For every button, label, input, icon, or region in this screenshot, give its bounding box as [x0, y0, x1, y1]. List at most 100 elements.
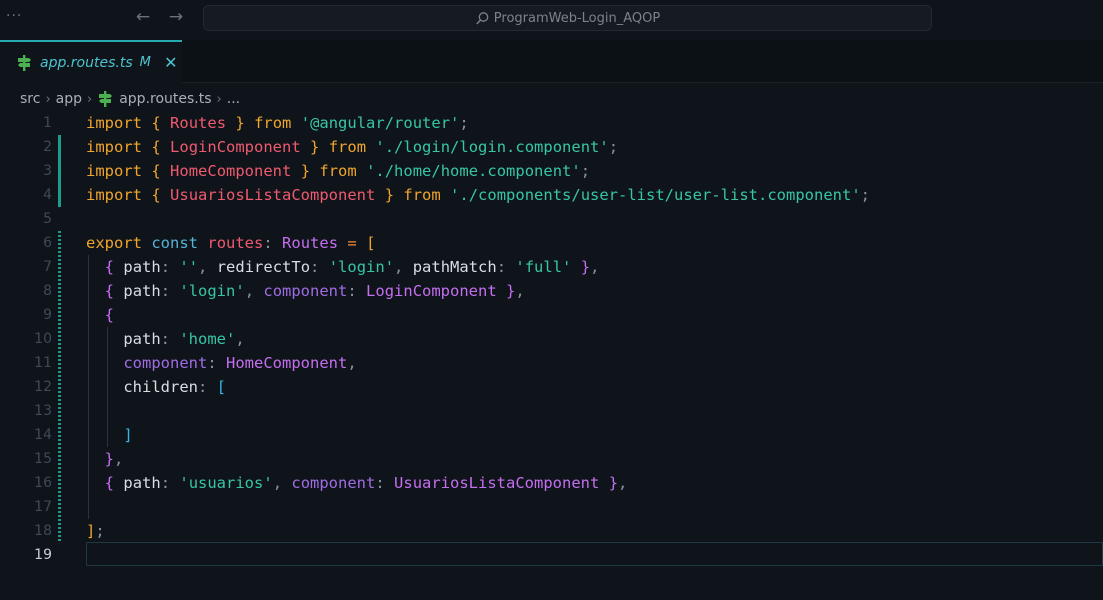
- code-line[interactable]: 6 export const routes: Routes = [: [0, 231, 1103, 255]
- more-actions-icon[interactable]: ···: [6, 8, 22, 24]
- code-token: component: [123, 354, 208, 372]
- code-token: :: [310, 258, 329, 276]
- code-line[interactable]: 15 },: [0, 447, 1103, 471]
- code-text: import { LoginComponent } from './login/…: [86, 135, 618, 159]
- breadcrumb-item-app[interactable]: app: [56, 91, 82, 107]
- code-text: ]: [86, 423, 133, 447]
- code-line[interactable]: 13: [0, 399, 1103, 423]
- code-token: import: [86, 162, 142, 180]
- code-line[interactable]: 5: [0, 207, 1103, 231]
- code-line[interactable]: 19: [0, 543, 1103, 567]
- code-line[interactable]: 1 import { Routes } from '@angular/router…: [0, 111, 1103, 135]
- typescript-routes-file-icon: [16, 54, 32, 72]
- code-token: ,: [618, 474, 628, 492]
- code-token: {: [104, 474, 115, 492]
- code-line[interactable]: 3 import { HomeComponent } from './home/h…: [0, 159, 1103, 183]
- code-line[interactable]: 12 children: [: [0, 375, 1103, 399]
- breadcrumb-item-symbols[interactable]: ...: [227, 91, 240, 107]
- code-token: ,: [272, 474, 292, 492]
- code-text: import { UsuariosListaComponent } from '…: [86, 183, 870, 207]
- code-token: '': [179, 258, 199, 276]
- code-token: :: [160, 258, 180, 276]
- code-text: { path: 'login', component: LoginCompone…: [86, 279, 525, 303]
- code-token: 'full': [515, 258, 572, 276]
- code-token: path: [123, 282, 161, 300]
- code-token: const: [151, 234, 199, 252]
- code-token: ,: [114, 450, 124, 468]
- code-line[interactable]: 16 { path: 'usuarios', component: Usuari…: [0, 471, 1103, 495]
- line-number: 3: [43, 163, 52, 179]
- chevron-right-icon: ›: [45, 91, 51, 107]
- code-token: HomeComponent: [170, 162, 292, 180]
- code-token: ,: [244, 282, 264, 300]
- code-text: children: [: [86, 375, 226, 399]
- code-token: }: [580, 258, 591, 276]
- code-token: ;: [95, 522, 105, 540]
- line-number: 8: [43, 283, 52, 299]
- code-token: '@angular/router': [300, 114, 460, 132]
- forward-arrow-icon[interactable]: →: [166, 7, 186, 27]
- code-token: =: [347, 234, 357, 252]
- code-line[interactable]: 17: [0, 495, 1103, 519]
- code-text: import { Routes } from '@angular/router'…: [86, 111, 469, 135]
- editor-tab-bar: app.routes.ts M ✕: [0, 40, 1103, 83]
- code-line[interactable]: 7 { path: '', redirectTo: 'login', pathM…: [0, 255, 1103, 279]
- command-center-search[interactable]: ProgramWeb-Login_AQOP: [203, 5, 932, 31]
- code-token: LoginComponent: [366, 282, 497, 300]
- tab-label: app.routes.ts: [40, 54, 133, 71]
- command-center-label: ProgramWeb-Login_AQOP: [493, 10, 661, 26]
- code-token: HomeComponent: [226, 354, 348, 372]
- title-bar: ··· ← → ProgramWeb-Login_AQOP: [0, 0, 1103, 36]
- code-token: ,: [590, 258, 600, 276]
- code-line[interactable]: 4 import { UsuariosListaComponent } from …: [0, 183, 1103, 207]
- code-token: :: [496, 258, 516, 276]
- code-token: {: [104, 306, 115, 324]
- code-token: {: [104, 282, 115, 300]
- breadcrumb-item-file[interactable]: app.routes.ts: [119, 91, 211, 107]
- code-line[interactable]: 11 component: HomeComponent,: [0, 351, 1103, 375]
- breadcrumb: src › app › app.routes.ts › ...: [20, 88, 240, 110]
- breadcrumb-item-src[interactable]: src: [20, 91, 40, 107]
- code-line[interactable]: 2 import { LoginComponent } from './login…: [0, 135, 1103, 159]
- code-token: 'login': [328, 258, 395, 276]
- close-icon[interactable]: ✕: [163, 53, 179, 72]
- code-token: ]: [86, 522, 96, 540]
- code-token: ,: [394, 258, 413, 276]
- code-token: }: [300, 162, 311, 180]
- code-line[interactable]: 18];: [0, 519, 1103, 543]
- code-token: import: [86, 138, 142, 156]
- back-arrow-icon[interactable]: ←: [133, 7, 153, 27]
- code-text: ];: [86, 519, 105, 543]
- code-editor[interactable]: 1 import { Routes } from '@angular/router…: [0, 111, 1103, 600]
- code-line[interactable]: 9 {: [0, 303, 1103, 327]
- code-token: routes: [207, 234, 264, 252]
- typescript-routes-file-icon: [97, 90, 113, 108]
- line-number: 9: [43, 307, 52, 323]
- line-number: 16: [34, 475, 52, 491]
- code-line[interactable]: 10 path: 'home',: [0, 327, 1103, 351]
- code-token: ]: [123, 426, 133, 444]
- tab-app-routes[interactable]: app.routes.ts M ✕: [0, 40, 182, 83]
- code-line[interactable]: 8 { path: 'login', component: LoginCompo…: [0, 279, 1103, 303]
- line-number: 19: [34, 547, 52, 563]
- line-number: 2: [43, 139, 52, 155]
- code-token: component: [263, 282, 348, 300]
- code-token: pathMatch: [412, 258, 497, 276]
- code-token: ,: [515, 282, 525, 300]
- code-line[interactable]: 14 ]: [0, 423, 1103, 447]
